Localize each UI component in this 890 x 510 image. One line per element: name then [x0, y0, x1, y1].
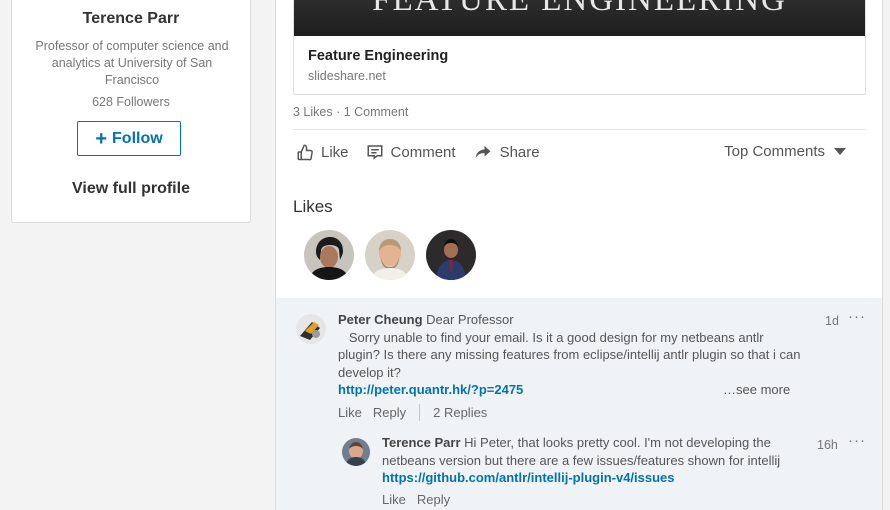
thumbs-up-icon: [297, 144, 313, 161]
plus-icon: +: [95, 127, 108, 150]
divider: [293, 129, 866, 130]
article-thumbnail-text: FEATURE ENGINEERING: [372, 0, 787, 18]
article-thumbnail[interactable]: FEATURE ENGINEERING: [294, 0, 865, 36]
follow-button[interactable]: + Follow: [77, 121, 181, 156]
liker-avatar[interactable]: [426, 230, 476, 280]
shared-article-card[interactable]: FEATURE ENGINEERING Feature Engineering …: [293, 0, 866, 95]
comment-reply-button[interactable]: Reply: [373, 405, 406, 420]
liker-avatar[interactable]: [365, 230, 415, 280]
comment-like-button[interactable]: Like: [382, 492, 406, 507]
comment-link[interactable]: https://github.com/antlr/intellij-plugin…: [382, 470, 675, 485]
comment-button[interactable]: Comment: [366, 143, 456, 161]
share-button[interactable]: Share: [473, 143, 540, 161]
liker-avatar[interactable]: [304, 230, 354, 280]
profile-headline: Professor of computer science and analyt…: [35, 39, 229, 87]
comment-timestamp: 1d: [825, 314, 839, 328]
comment-author[interactable]: Peter Cheung: [338, 312, 423, 327]
likes-heading: Likes: [293, 197, 333, 216]
article-title[interactable]: Feature Engineering: [308, 48, 448, 64]
more-options-icon[interactable]: ···: [848, 308, 866, 325]
profile-name[interactable]: Terence Parr: [12, 10, 250, 28]
follower-count: 628 Followers: [92, 95, 170, 109]
comment-icon: [367, 145, 383, 160]
divider: [419, 404, 421, 421]
comment-sort-dropdown[interactable]: Top Comments: [724, 143, 846, 160]
comment-reply-button[interactable]: Reply: [417, 492, 450, 507]
post-card: FEATURE ENGINEERING Feature Engineering …: [275, 0, 883, 510]
caret-down-icon: [834, 148, 846, 155]
comment-body: Sorry unable to find your email. Is it a…: [338, 329, 801, 380]
comment-like-button[interactable]: Like: [338, 405, 362, 420]
like-label: Like: [321, 143, 349, 161]
see-more-link[interactable]: …see more: [723, 382, 790, 397]
post-actions: Like Comment Share: [296, 143, 557, 161]
social-counts[interactable]: 3 Likes · 1 Comment: [293, 105, 408, 119]
comment-timestamp: 16h: [817, 438, 838, 452]
reply-text: Terence Parr Hi Peter, that looks pretty…: [382, 434, 792, 487]
profile-card: Terence Parr Professor of computer scien…: [11, 0, 251, 223]
comments-section: Peter Cheung Dear Professor Sorry unable…: [276, 298, 882, 510]
comment-salutation: Dear Professor: [426, 312, 514, 327]
comment-author[interactable]: Terence Parr: [382, 435, 461, 450]
share-arrow-icon: [475, 146, 491, 158]
commenter-avatar[interactable]: [296, 314, 326, 344]
like-button[interactable]: Like: [296, 143, 349, 161]
more-options-icon[interactable]: ···: [848, 432, 866, 449]
replies-count[interactable]: 2 Replies: [433, 405, 487, 420]
comment-label: Comment: [390, 143, 456, 161]
comment-actions: Like Reply 2 Replies: [338, 404, 487, 421]
share-label: Share: [499, 143, 540, 161]
sort-label: Top Comments: [724, 143, 825, 160]
likers-list: [304, 230, 487, 280]
comment-actions: Like Reply: [382, 492, 450, 507]
comment-link[interactable]: http://peter.quantr.hk/?p=2475: [338, 382, 523, 397]
commenter-avatar[interactable]: [342, 438, 370, 466]
follow-label: Follow: [112, 129, 163, 147]
article-source: slideshare.net: [308, 69, 386, 83]
view-full-profile-link[interactable]: View full profile: [12, 180, 250, 198]
